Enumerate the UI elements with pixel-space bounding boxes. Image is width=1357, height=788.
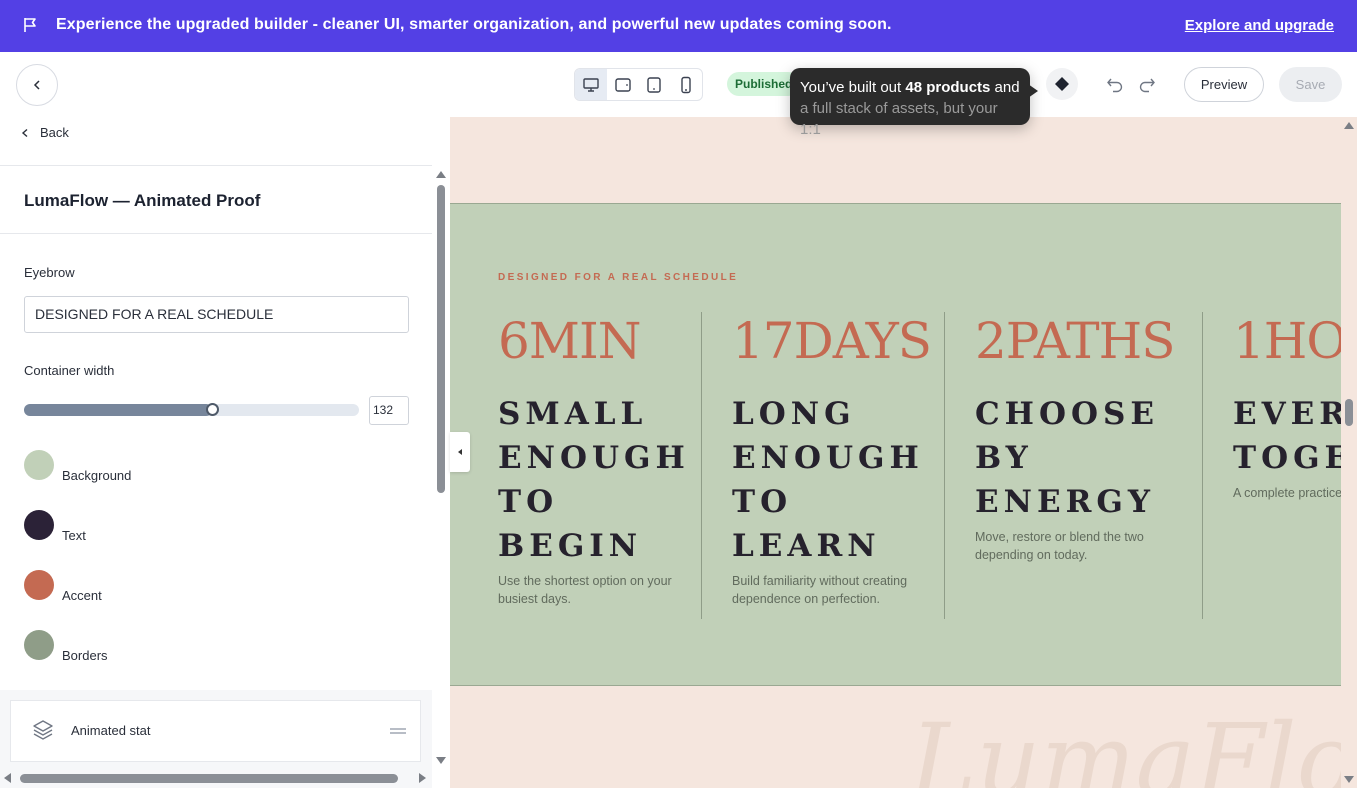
- block-item-animated-stat[interactable]: Animated stat: [10, 700, 421, 762]
- color-swatch-text[interactable]: [24, 510, 54, 540]
- tooltip-text-post: and: [990, 79, 1020, 96]
- tooltip-text-pre: You’ve built out: [800, 79, 906, 96]
- device-desktop-button[interactable]: [575, 69, 607, 100]
- diamond-icon: [1055, 77, 1069, 91]
- color-swatch-accent[interactable]: [24, 570, 54, 600]
- scroll-down-icon[interactable]: [436, 757, 446, 764]
- mobile-icon: [681, 76, 691, 93]
- editor-toolbar: Published You’ve built out 48 products a…: [0, 52, 1357, 138]
- color-label: Accent: [62, 588, 102, 603]
- preview-button[interactable]: Preview: [1184, 67, 1264, 102]
- stat-description: Build familiarity without creating depen…: [732, 574, 908, 606]
- stat-number: 6MIN: [498, 312, 642, 370]
- panel-horizontal-scrollbar[interactable]: [0, 771, 434, 785]
- color-label: Text: [62, 528, 86, 543]
- scrollbar-thumb[interactable]: [1345, 399, 1353, 426]
- panel-back-label: Back: [40, 125, 69, 140]
- tooltip-line-2: a full stack of assets, but your 1:1: [800, 100, 998, 138]
- device-tablet-portrait-button[interactable]: [639, 69, 671, 100]
- redo-icon[interactable]: [1137, 74, 1157, 94]
- section-eyebrow: DESIGNED FOR A REAL SCHEDULE: [498, 272, 739, 283]
- container-width-slider[interactable]: [24, 403, 359, 416]
- panel-title: LumaFlow — Animated Proof: [24, 191, 261, 210]
- container-width-label: Container width: [24, 363, 115, 378]
- tablet-portrait-icon: [647, 76, 662, 93]
- collapse-panel-button[interactable]: [450, 432, 470, 472]
- banner-message: Experience the upgraded builder - cleane…: [56, 16, 892, 33]
- device-switcher: [574, 68, 703, 101]
- desktop-icon: [583, 77, 599, 92]
- scroll-up-icon[interactable]: [1344, 122, 1354, 129]
- stat-description: A complete practice to.: [1233, 486, 1341, 500]
- panel-vertical-scrollbar[interactable]: [435, 117, 447, 767]
- block-label: Animated stat: [71, 723, 151, 738]
- eyebrow-input[interactable]: DESIGNED FOR A REAL SCHEDULE: [24, 296, 409, 333]
- preview-canvas: DESIGNED FOR A REAL SCHEDULE 6MIN SMALL …: [450, 117, 1357, 788]
- upgrade-banner: Experience the upgraded builder - cleane…: [0, 0, 1357, 52]
- save-button[interactable]: Save: [1279, 67, 1342, 102]
- canvas-vertical-scrollbar[interactable]: [1341, 117, 1357, 788]
- tooltip-text-bold: 48 products: [905, 79, 991, 96]
- stat-description: Use the shortest option on your busiest …: [498, 574, 672, 606]
- explore-upgrade-link[interactable]: Explore and upgrade: [1185, 17, 1334, 34]
- exit-button[interactable]: [16, 64, 58, 106]
- stat-heading: EVERY TOGE: [1233, 396, 1341, 476]
- stat-item[interactable]: 1HO EVERY TOGE A complete practice to.: [1202, 312, 1341, 619]
- color-label: Background: [62, 468, 132, 483]
- scroll-up-icon[interactable]: [436, 171, 446, 178]
- chevron-left-icon: [33, 80, 40, 90]
- slider-fill: [24, 404, 212, 416]
- stat-description: Move, restore or blend the two depending…: [975, 530, 1144, 562]
- tablet-landscape-icon: [614, 77, 631, 92]
- drag-handle-icon[interactable]: [390, 728, 406, 734]
- color-label: Borders: [62, 648, 108, 663]
- divider: [0, 233, 432, 234]
- flag-icon: [24, 18, 36, 32]
- color-swatch-background[interactable]: [24, 450, 54, 480]
- stat-item[interactable]: 6MIN SMALL ENOUGH TO BEGIN Use the short…: [498, 312, 698, 619]
- animated-proof-section[interactable]: DESIGNED FOR A REAL SCHEDULE 6MIN SMALL …: [450, 203, 1341, 686]
- scroll-down-icon[interactable]: [1344, 776, 1354, 783]
- stat-item[interactable]: 2PATHS CHOOSE BY ENERGY Move, restore or…: [944, 312, 1202, 619]
- stat-number: 1HO: [1233, 312, 1341, 370]
- stat-heading: LONG ENOUGH TO LEARN: [732, 396, 924, 564]
- ghost-brand-text: LumaFlow: [910, 702, 1357, 788]
- device-mobile-button[interactable]: [670, 69, 702, 100]
- chevron-left-icon: [21, 128, 28, 137]
- slider-thumb[interactable]: [205, 403, 219, 416]
- settings-panel: Back LumaFlow — Animated Proof Eyebrow D…: [0, 117, 450, 788]
- stat-heading: SMALL ENOUGH TO BEGIN: [498, 396, 690, 564]
- device-tablet-landscape-button[interactable]: [607, 69, 639, 100]
- container-width-input[interactable]: 132: [369, 396, 409, 425]
- stat-number: 2PATHS: [975, 312, 1175, 370]
- products-tooltip: You’ve built out 48 products and a full …: [790, 68, 1038, 138]
- scrollbar-thumb[interactable]: [437, 185, 445, 493]
- undo-icon[interactable]: [1105, 74, 1125, 94]
- layers-icon: [33, 720, 53, 740]
- eyebrow-label: Eyebrow: [24, 265, 75, 280]
- divider: [0, 165, 432, 166]
- panel-back-button[interactable]: Back: [20, 125, 69, 140]
- scroll-left-icon[interactable]: [4, 773, 11, 783]
- tooltip-line-1: You’ve built out 48 products and: [800, 77, 1020, 98]
- scrollbar-thumb[interactable]: [20, 774, 398, 783]
- premium-button[interactable]: [1046, 68, 1078, 100]
- stat-heading: CHOOSE BY ENERGY: [975, 396, 1159, 520]
- color-swatch-borders[interactable]: [24, 630, 54, 660]
- stat-item[interactable]: 17DAYS LONG ENOUGH TO LEARN Build famili…: [701, 312, 944, 619]
- stat-number: 17DAYS: [732, 312, 932, 370]
- scroll-right-icon[interactable]: [419, 773, 426, 783]
